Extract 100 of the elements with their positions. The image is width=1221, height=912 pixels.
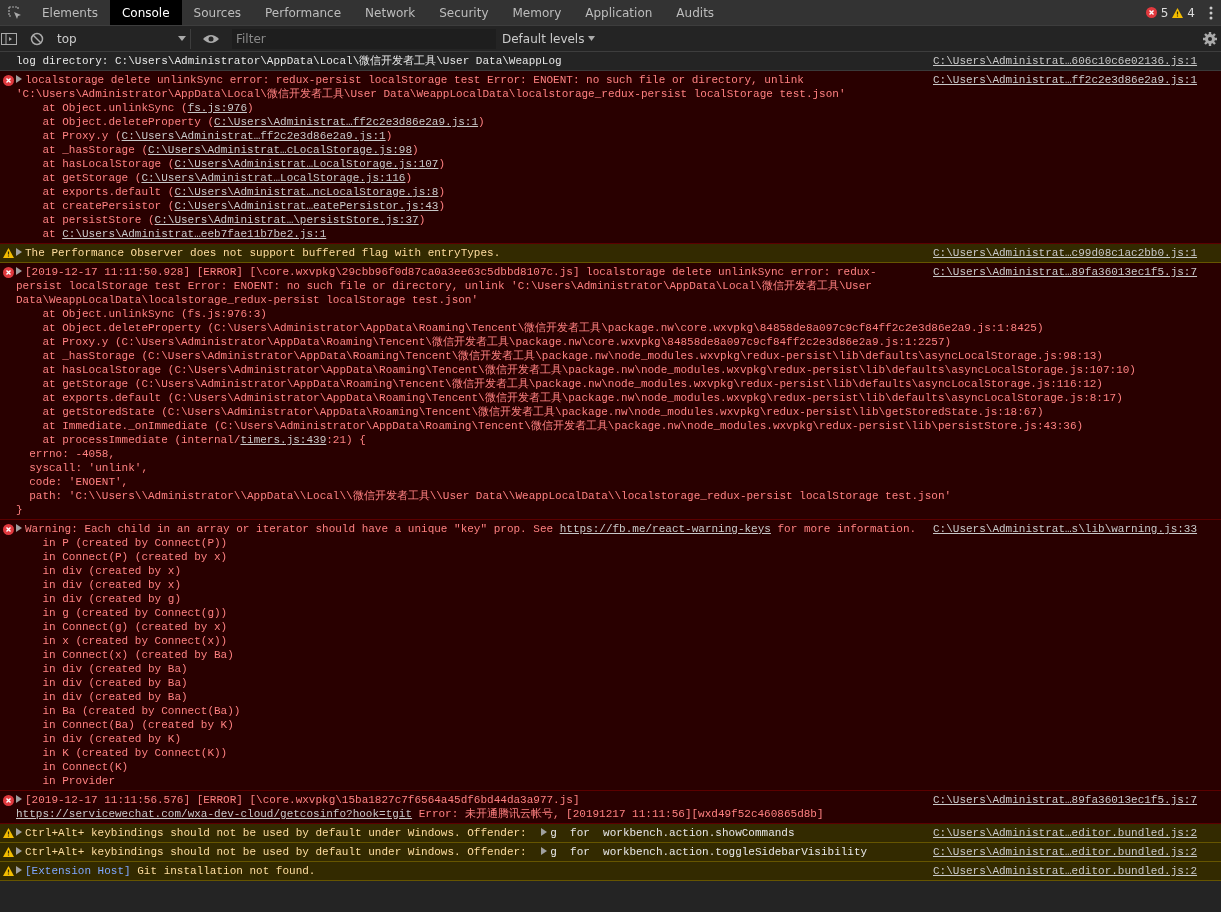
stack-line: code: 'ENOENT', — [28, 475, 129, 489]
object-expand-icon[interactable] — [541, 828, 548, 836]
stack-line: in x (created by Connect(x)) — [41, 634, 228, 648]
source-link[interactable]: C:\Users\Administrat…editor.bundled.js:2 — [933, 846, 1198, 858]
filter-field[interactable]: Filter — [232, 28, 496, 49]
error-count: 5 — [1160, 4, 1169, 22]
error-icon — [2, 267, 14, 278]
object-expand-icon[interactable] — [541, 847, 548, 855]
log-levels-dropdown[interactable]: Default levels — [502, 29, 596, 48]
more-menu-icon[interactable] — [1209, 5, 1213, 20]
stack-line: in div (created by Ba) — [41, 690, 188, 704]
sidebar-toggle-icon[interactable] — [1, 31, 17, 46]
source-link[interactable]: C:\Users\Administrat…ff2c2e3d86e2a9.js:1 — [933, 74, 1198, 86]
stack-line: in div (created by g) — [41, 592, 181, 606]
source-link[interactable]: C:\Users\Administrat…editor.bundled.js:2 — [933, 827, 1198, 839]
expand-arrow-icon[interactable] — [16, 795, 22, 803]
expand-arrow-icon[interactable] — [16, 75, 22, 83]
stack-line: at Object.unlinkSync (fs.js:976:3) — [41, 307, 267, 321]
stack-line: at Object.deleteProperty (C:\Users\Administrat…ff2c2e3d86e2a9.js:1) — [41, 115, 485, 129]
tab[interactable]: Console — [109, 0, 182, 25]
source-link[interactable]: C:\Users\Administrat…89fa36013ec1f5.js:7 — [933, 266, 1198, 278]
stack-line: at hasLocalStorage (C:\Users\Administrat…LocalStorage.js:107) — [41, 157, 446, 171]
error-icon — [2, 75, 14, 86]
tab[interactable]: Memory — [500, 0, 574, 25]
stack-line: at _hasStorage (C:\Users\Administrat…cLocalStorage.js:98) — [41, 143, 419, 157]
tab[interactable]: Network — [353, 0, 428, 25]
stack-line: in Connect(P) (created by x) — [41, 550, 228, 564]
source-link[interactable]: C:\Users\Administrat…eatePersistor.js:43 — [174, 200, 439, 212]
source-link[interactable]: fs.js:976 — [187, 102, 248, 114]
stack-line: in K (created by Connect(K)) — [41, 746, 228, 760]
source-link[interactable]: C:\Users\Administrat…LocalStorage.js:107 — [174, 158, 439, 170]
source-link[interactable]: C:\Users\Administrat…s\lib\warning.js:33 — [933, 523, 1198, 535]
source-link[interactable]: C:\Users\Administrat…eeb7fae11b7be2.js:1 — [62, 228, 327, 240]
stack-line: at Object.deleteProperty (C:\Users\Administrator\AppData\Roaming\Tencent\微信开发者工具\package.nw\core.wxvpkg\84858de8a097c9cf84ff2c2e3d86e2a9.js:1:8425) — [41, 321, 1044, 335]
source-link[interactable]: C:\Users\Administrat…LocalStorage.js:116 — [141, 172, 406, 184]
tab[interactable]: Audits — [664, 0, 727, 25]
warning-count: 4 — [1187, 4, 1195, 22]
stack-line: syscall: 'unlink', — [28, 461, 148, 475]
error-icon — [2, 795, 14, 806]
source-link[interactable]: C:\Users\Administrat…ff2c2e3d86e2a9.js:1 — [121, 130, 386, 142]
error-icon — [2, 524, 14, 535]
stack-line: in div (created by Ba) — [41, 676, 188, 690]
source-link[interactable]: C:\Users\Administrat…cLocalStorage.js:98 — [148, 144, 413, 156]
tab[interactable]: Elements — [30, 0, 110, 25]
source-link[interactable]: C:\Users\Administrat…606c10c6e02136.js:1 — [933, 55, 1198, 67]
settings-icon[interactable] — [1203, 31, 1217, 46]
stack-line: at processImmediate (internal/timers.js:439:21) { — [41, 433, 366, 447]
console-message: The Performance Observer does not support buffered flag with entryTypes. — [16, 246, 919, 260]
caret-icon — [588, 36, 596, 41]
stack-line: at getStorage (C:\Users\Administrator\AppData\Roaming\Tencent\微信开发者工具\package.nw\node_modules.wxvpkg\redux-persist\lib\defaults\asyncLocalStorage.js:116:12) — [41, 377, 1103, 391]
stack-line: at exports.default (C:\Users\Administrator\AppData\Roaming\Tencent\微信开发者工具\package.nw\node_modules.wxvpkg\redux-persist\lib\defaults\asyncLocalStorage.js:8:17) — [41, 391, 1123, 405]
stack-line: at persistStore (C:\Users\Administrat…\persistStore.js:37) — [41, 213, 426, 227]
source-link[interactable]: C:\Users\Administrat…ff2c2e3d86e2a9.js:1 — [214, 116, 479, 128]
expand-arrow-icon[interactable] — [16, 267, 22, 275]
error-icon — [1145, 7, 1157, 18]
source-link[interactable]: C:\Users\Administrat…ncLocalStorage.js:8 — [174, 186, 439, 198]
stack-line: at getStorage (C:\Users\Administrat…LocalStorage.js:116) — [41, 171, 413, 185]
stack-line: at C:\Users\Administrat…eeb7fae11b7be2.js:1 — [41, 227, 327, 241]
console-message: [2019-12-17 11:11:56.576] [ERROR] [\core.wxvpkg\15ba1827c7f6564a45df6bd44da3a977.js] https://servicewechat.com/wxa-dev-cloud/getcosinfo?hook=tgit Error: 未开通腾讯云帐号, [20191217 11:11:56][wxd49f52c460865d8b] — [16, 793, 825, 821]
stack-line: path: 'C:\\Users\\Administrator\\AppData\\Local\\微信开发者工具\\User Data\\WeappLocalData\\localstorage_redux-persist localStorage test.json' — [28, 489, 952, 503]
stack-line: in Provider — [41, 774, 115, 788]
stack-line: in Connect(Ba) (created by K) — [41, 718, 234, 732]
clear-console-icon[interactable] — [30, 31, 44, 46]
expand-arrow-icon[interactable] — [16, 828, 22, 836]
tab[interactable]: Performance — [253, 0, 354, 25]
inspect-icon[interactable] — [8, 5, 22, 20]
stack-line: in P (created by Connect(P)) — [41, 536, 228, 550]
stack-line: at getStoredState (C:\Users\Administrator\AppData\Roaming\Tencent\微信开发者工具\package.nw\node_modules.wxvpkg\redux-persist\lib\getStoredState.js:18:67) — [41, 405, 1044, 419]
stack-line: errno: -4058, — [28, 447, 115, 461]
source-link[interactable]: timers.js:439 — [240, 434, 327, 446]
stack-line: in div (created by K) — [41, 732, 181, 746]
console-message: Ctrl+Alt+ keybindings should not be used by default under Windows. Offender: g for workbench.action.showCommands — [16, 826, 919, 840]
stack-line: in Connect(K) — [41, 760, 129, 774]
source-link[interactable]: C:\Users\Administrat…c99d08c1ac2bb0.js:1 — [933, 247, 1198, 259]
tab[interactable]: Sources — [181, 0, 254, 25]
eye-icon[interactable] — [203, 33, 219, 44]
tab[interactable]: Security — [427, 0, 501, 25]
expand-arrow-icon[interactable] — [16, 847, 22, 855]
caret-icon — [178, 36, 186, 41]
stack-line: in Connect(g) (created by x) — [41, 620, 228, 634]
stack-line: in Connect(x) (created by Ba) — [41, 648, 234, 662]
source-link[interactable]: C:\Users\Administrat…89fa36013ec1f5.js:7 — [933, 794, 1198, 806]
stack-line: at Proxy.y (C:\Users\Administrator\AppData\Roaming\Tencent\微信开发者工具\package.nw\core.wxvpkg\84858de8a097c9cf84ff2c2e3d86e2a9.js:1:2257) — [41, 335, 952, 349]
stack-line: } — [16, 503, 23, 517]
expand-arrow-icon[interactable] — [16, 524, 22, 532]
console-message: log directory: C:\Users\Administrator\AppData\Local\微信开发者工具\User Data\WeappLog — [16, 54, 563, 68]
stack-line: in div (created by Ba) — [41, 662, 188, 676]
context-select[interactable]: top — [57, 28, 191, 49]
source-link[interactable]: C:\Users\Administrat…editor.bundled.js:2 — [933, 865, 1198, 877]
expand-arrow-icon[interactable] — [16, 248, 22, 256]
url-link[interactable]: https://fb.me/react-warning-keys — [559, 523, 771, 535]
stack-line: in div (created by x) — [41, 578, 181, 592]
stack-line: at _hasStorage (C:\Users\Administrator\AppData\Roaming\Tencent\微信开发者工具\package.nw\node_modules.wxvpkg\redux-persist\lib\defaults\asyncLocalStorage.js:98:13) — [41, 349, 1103, 363]
console-message: Ctrl+Alt+ keybindings should not be used by default under Windows. Offender: g for workbench.action.toggleSidebarVisibility — [16, 845, 919, 859]
url-link[interactable]: https://servicewechat.com/wxa-dev-cloud/getcosinfo?hook=tgit — [16, 808, 413, 820]
expand-arrow-icon[interactable] — [16, 866, 22, 874]
stack-line: in div (created by x) — [41, 564, 181, 578]
tab[interactable]: Application — [573, 0, 665, 25]
source-link[interactable]: C:\Users\Administrat…\persistStore.js:37 — [154, 214, 419, 226]
stack-line: at hasLocalStorage (C:\Users\Administrator\AppData\Roaming\Tencent\微信开发者工具\package.nw\node_modules.wxvpkg\redux-persist\lib\defaults\asyncLocalStorage.js:107:10) — [41, 363, 1136, 377]
